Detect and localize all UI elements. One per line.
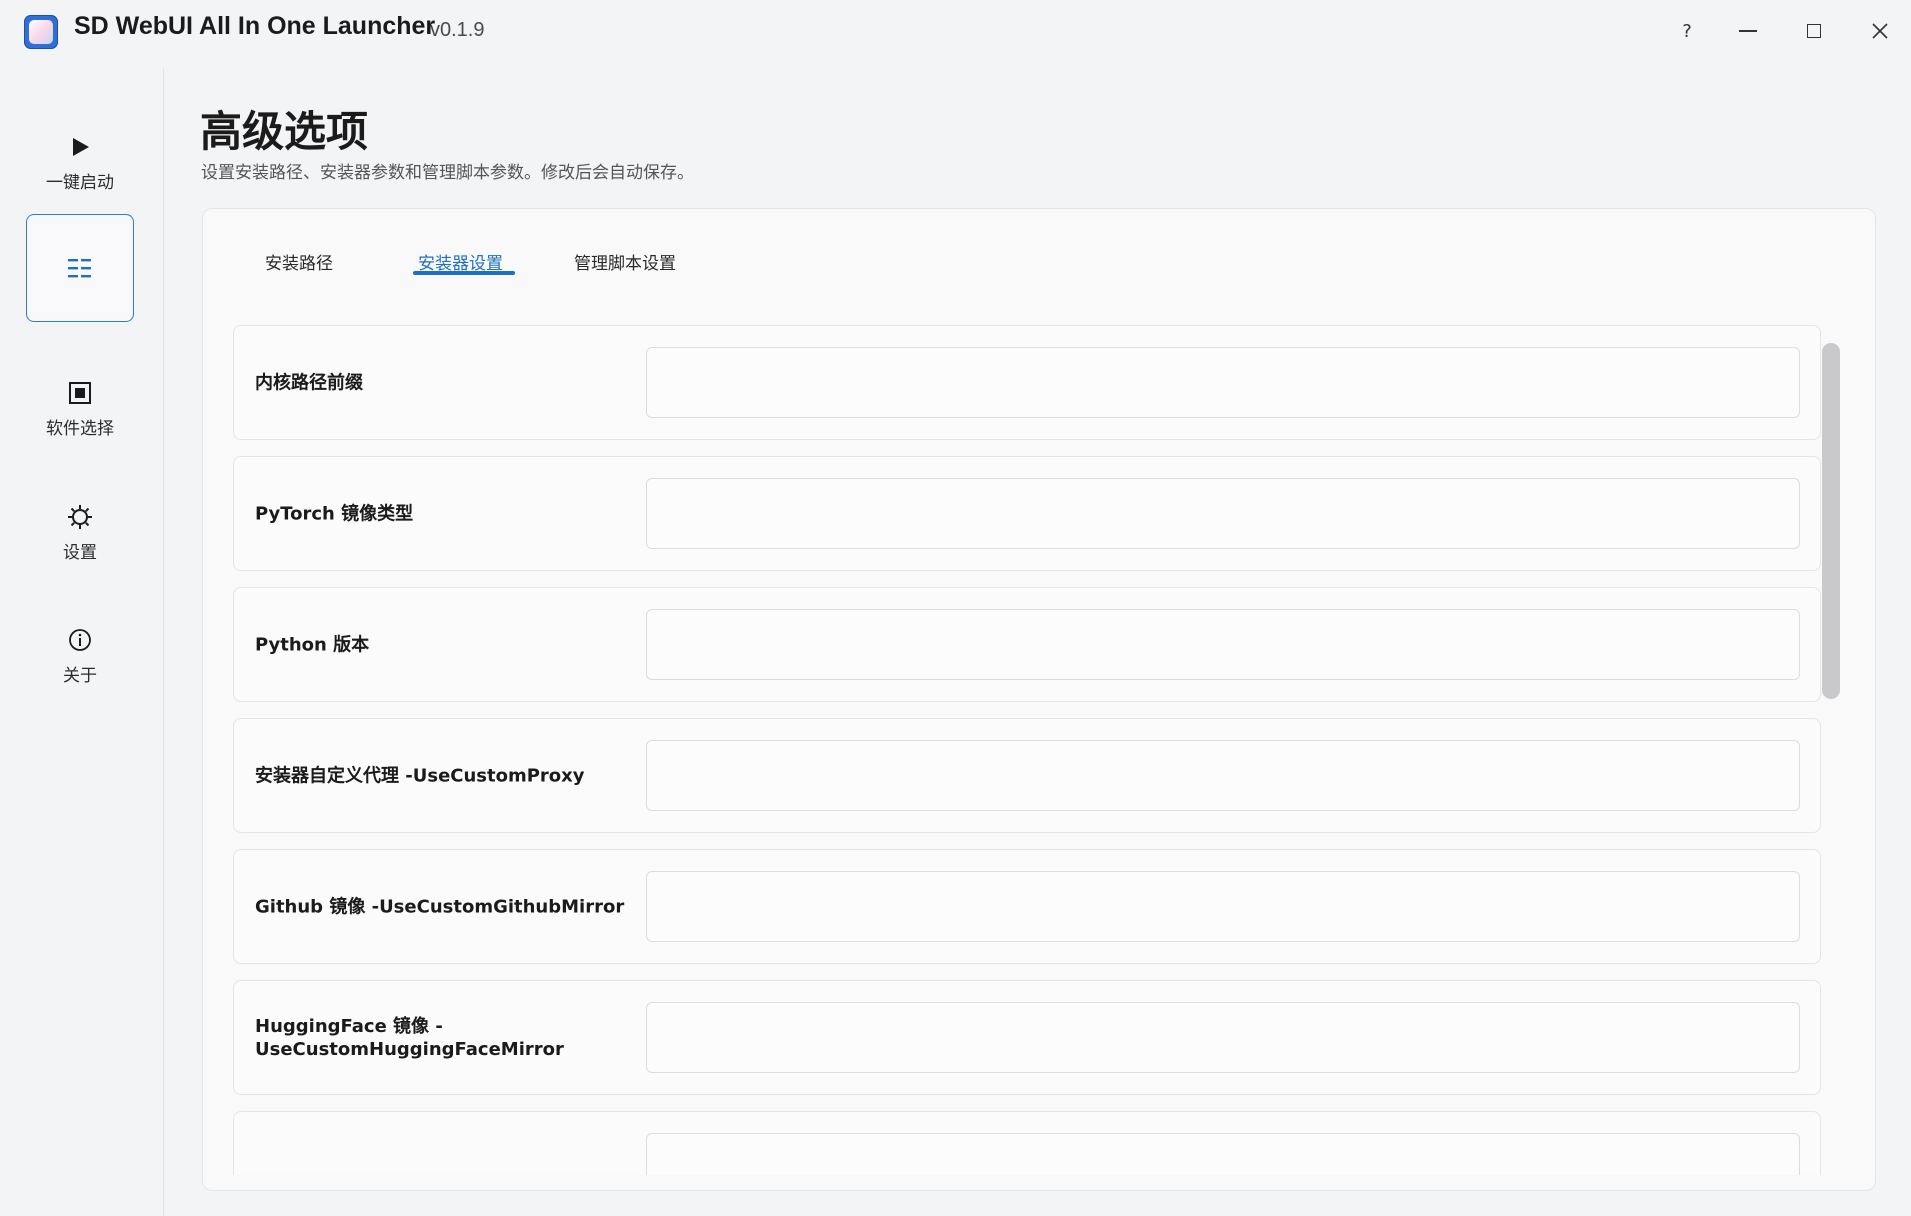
minimize-button[interactable] (1716, 0, 1780, 62)
setting-row-pytorch-mirror: PyTorch 镜像类型 (233, 456, 1821, 571)
tab-active-indicator (413, 271, 515, 275)
sidebar-item-label: 软件选择 (46, 418, 114, 439)
app-version: v0.1.9 (430, 19, 485, 41)
help-icon: ? (1682, 20, 1692, 42)
sidebar-item-launch[interactable]: 一键启动 (26, 108, 134, 216)
sidebar-item-label: 关于 (63, 665, 97, 686)
pytorch-mirror-input[interactable] (646, 478, 1800, 549)
setting-row-core-path-prefix: 内核路径前缀 (233, 325, 1821, 440)
sidebar-item-about[interactable]: 关于 (26, 601, 134, 709)
custom-proxy-input[interactable] (646, 740, 1800, 811)
play-icon (68, 132, 92, 162)
setting-row-github-mirror: Github 镜像 -UseCustomGithubMirror (233, 849, 1821, 964)
gear-icon (67, 502, 93, 532)
core-path-prefix-input[interactable] (646, 347, 1800, 418)
huggingface-mirror-input[interactable] (646, 1002, 1800, 1073)
list-icon (66, 253, 94, 283)
python-version-input[interactable] (646, 609, 1800, 680)
close-icon (1872, 23, 1888, 39)
tab-script-settings[interactable]: 管理脚本设置 (574, 249, 676, 274)
sidebar-item-label: 设置 (63, 542, 97, 563)
tab-bar: 安装路径 安装器设置 管理脚本设置 (203, 209, 1875, 289)
maximize-button[interactable] (1782, 0, 1846, 62)
title-bar: SD WebUI All In One Launcher v0.1.9 ? (0, 0, 1911, 68)
sidebar-item-software-select[interactable]: 软件选择 (26, 354, 134, 462)
square-select-icon (68, 378, 92, 408)
app-logo-icon (24, 15, 58, 49)
sidebar-item-label: 一键启动 (46, 172, 114, 193)
minimize-icon (1739, 30, 1757, 32)
github-mirror-input[interactable] (646, 871, 1800, 942)
sidebar-item-advanced[interactable] (26, 214, 134, 322)
settings-list: 内核路径前缀 PyTorch 镜像类型 Python 版本 安装器自定义代理 -… (233, 325, 1823, 1175)
setting-input[interactable] (646, 1133, 1800, 1175)
setting-label: HuggingFace 镜像 -UseCustomHuggingFaceMirr… (255, 1015, 564, 1060)
scrollbar-thumb[interactable] (1822, 343, 1840, 699)
setting-label: PyTorch 镜像类型 (255, 503, 414, 524)
app-title: SD WebUI All In One Launcher (74, 12, 436, 40)
sidebar-item-settings[interactable]: 设置 (26, 478, 134, 586)
setting-row-python-version: Python 版本 (233, 587, 1821, 702)
help-button[interactable]: ? (1655, 0, 1719, 62)
page-title: 高级选项 (200, 107, 369, 156)
setting-row-huggingface-mirror: HuggingFace 镜像 -UseCustomHuggingFaceMirr… (233, 980, 1821, 1095)
settings-card: 安装路径 安装器设置 管理脚本设置 内核路径前缀 PyTorch 镜像类型 Py… (202, 208, 1876, 1191)
sidebar: 一键启动 软件选择 设置 关于 (0, 68, 164, 1216)
page-subtitle: 设置安装路径、安装器参数和管理脚本参数。修改后会自动保存。 (201, 163, 694, 183)
setting-label: 内核路径前缀 (255, 372, 363, 393)
info-icon (68, 625, 92, 655)
close-button[interactable] (1848, 0, 1911, 62)
setting-label: 安装器自定义代理 -UseCustomProxy (255, 765, 585, 786)
maximize-icon (1807, 24, 1821, 38)
setting-label: Python 版本 (255, 634, 370, 655)
setting-row-custom-proxy: 安装器自定义代理 -UseCustomProxy (233, 718, 1821, 833)
setting-row-partial (233, 1111, 1821, 1175)
tab-install-path[interactable]: 安装路径 (265, 249, 333, 274)
setting-label: Github 镜像 -UseCustomGithubMirror (255, 896, 625, 917)
